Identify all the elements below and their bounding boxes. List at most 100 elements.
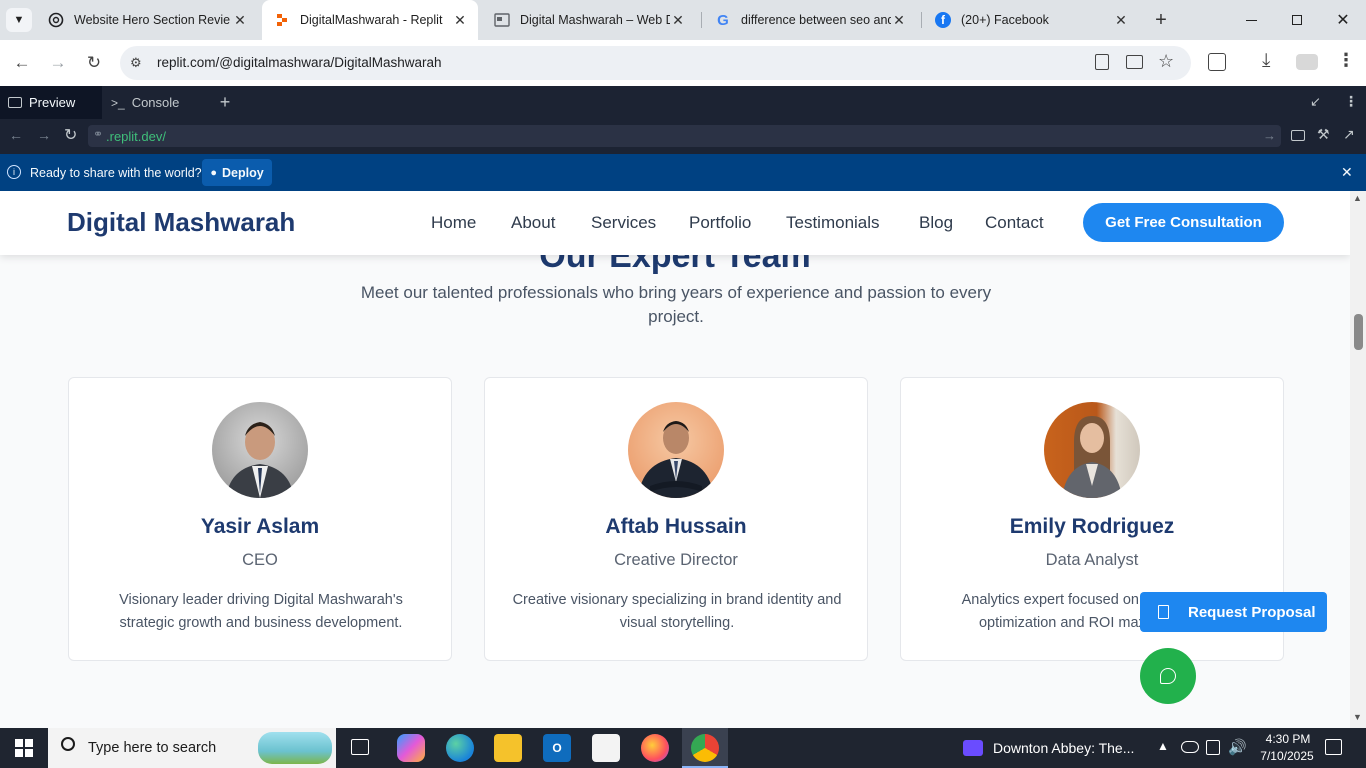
browser-tab-4[interactable]: G difference between seo and ✕ xyxy=(703,0,917,40)
tab-console[interactable]: >_ Console xyxy=(102,86,208,119)
network-icon[interactable] xyxy=(1206,740,1220,755)
reload-button[interactable]: ↻ xyxy=(79,48,109,78)
tab-search-dropdown[interactable]: ▼ xyxy=(6,8,32,32)
browser-tab-strip: ▼ Website Hero Section Revie ✕ DigitalMa… xyxy=(0,0,1366,40)
nav-contact[interactable]: Contact xyxy=(985,213,1044,233)
install-app-icon[interactable] xyxy=(1126,55,1143,69)
avatar xyxy=(1044,402,1140,498)
member-role: Creative Director xyxy=(614,551,738,569)
taskbar-search[interactable]: Type here to search xyxy=(48,728,336,768)
nav-about[interactable]: About xyxy=(511,213,555,233)
tab-title: Digital Mashwarah – Web De xyxy=(520,13,670,27)
team-card-aftab: Aftab Hussain Creative Director Creative… xyxy=(484,377,868,661)
close-tab-icon[interactable]: ✕ xyxy=(891,12,907,29)
kebab-menu-icon[interactable]: ⋮ xyxy=(1344,93,1358,110)
nav-services[interactable]: Services xyxy=(591,213,656,233)
request-proposal-button[interactable]: Request Proposal xyxy=(1140,592,1327,632)
add-tab-button[interactable]: + xyxy=(212,86,238,119)
forward-button[interactable]: → xyxy=(43,48,73,78)
back-button[interactable]: ← xyxy=(7,48,37,78)
scrollbar-thumb[interactable] xyxy=(1354,314,1363,350)
address-bar[interactable]: ⚙ replit.com/@digitalmashwara/DigitalMas… xyxy=(120,46,1191,80)
wrench-icon[interactable]: ⚒ xyxy=(1317,126,1330,143)
nav-blog[interactable]: Blog xyxy=(919,213,953,233)
start-button[interactable] xyxy=(0,728,48,768)
browser-tab-1[interactable]: Website Hero Section Revie ✕ xyxy=(36,0,258,40)
member-name: Emily Rodriguez xyxy=(1009,515,1175,538)
preview-url: .replit.dev/ xyxy=(106,129,166,144)
get-free-consultation-button[interactable]: Get Free Consultation xyxy=(1083,203,1284,242)
browser-tab-3[interactable]: Digital Mashwarah – Web De ✕ xyxy=(482,0,696,40)
show-hidden-icons[interactable]: ▲ xyxy=(1157,739,1169,753)
windows-logo-icon xyxy=(15,739,33,757)
page-icon xyxy=(494,12,510,28)
preview-back-icon[interactable]: ← xyxy=(9,127,23,143)
site-settings-icon[interactable]: ⚙ xyxy=(130,55,142,71)
browser-tab-5[interactable]: f (20+) Facebook ✕ xyxy=(923,0,1139,40)
microsoft-store-icon[interactable] xyxy=(592,734,620,762)
copilot-icon[interactable] xyxy=(397,734,425,762)
notifications-icon[interactable] xyxy=(1325,739,1342,755)
scroll-up-arrow[interactable]: ▲ xyxy=(1353,193,1362,203)
close-tab-icon[interactable]: ✕ xyxy=(670,12,686,29)
deploy-banner: i Ready to share with the world? ● Deplo… xyxy=(0,154,1366,191)
bookmark-star-icon[interactable]: ☆ xyxy=(1158,51,1174,72)
scroll-down-arrow[interactable]: ▼ xyxy=(1353,712,1362,722)
media-title[interactable]: Downton Abbey: The... xyxy=(993,740,1134,756)
minimize-button[interactable] xyxy=(1228,0,1274,40)
deploy-icon: ● xyxy=(210,166,217,179)
request-proposal-label: Request Proposal xyxy=(1188,603,1316,621)
file-explorer-icon[interactable] xyxy=(494,734,522,762)
site-header: Digital Mashwarah Home About Services Po… xyxy=(0,191,1350,255)
outlook-icon[interactable]: O xyxy=(543,734,571,762)
preview-forward-icon[interactable]: → xyxy=(37,127,51,143)
info-icon: i xyxy=(7,165,21,179)
browser-tab-2[interactable]: DigitalMashwarah - Replit ✕ xyxy=(262,0,478,40)
open-new-window-icon[interactable]: ↗ xyxy=(1343,126,1355,143)
task-view-icon[interactable] xyxy=(351,739,369,755)
replit-icon xyxy=(274,12,290,28)
nav-testimonials[interactable]: Testimonials xyxy=(786,213,880,233)
site-logo[interactable]: Digital Mashwarah xyxy=(67,207,295,238)
edge-icon[interactable] xyxy=(446,734,474,762)
tab-title: Website Hero Section Revie xyxy=(74,13,231,27)
firefox-icon[interactable] xyxy=(641,734,669,762)
clock-time[interactable]: 4:30 PM xyxy=(1259,732,1317,746)
profile-avatar[interactable] xyxy=(1296,54,1318,70)
deploy-label: Deploy xyxy=(221,165,264,180)
terminal-icon: >_ xyxy=(111,95,125,110)
chrome-taskbar-button[interactable] xyxy=(682,728,728,768)
go-arrow-icon[interactable]: → xyxy=(1263,128,1276,143)
devtools-monitor-icon[interactable] xyxy=(1291,130,1305,141)
nav-portfolio[interactable]: Portfolio xyxy=(689,213,751,233)
page-scrollbar[interactable]: ▲ ▼ xyxy=(1350,191,1366,728)
deploy-button[interactable]: ● Deploy xyxy=(202,159,272,186)
website-preview: Digital Mashwarah Home About Services Po… xyxy=(0,191,1350,728)
nav-home[interactable]: Home xyxy=(431,213,476,233)
tab-preview[interactable]: Preview xyxy=(0,86,102,119)
restore-button[interactable] xyxy=(1274,0,1320,40)
onedrive-icon[interactable] xyxy=(1181,741,1199,753)
clipboard-icon[interactable] xyxy=(1095,54,1109,70)
member-name: Aftab Hussain xyxy=(605,515,747,538)
preview-reload-icon[interactable]: ↻ xyxy=(64,125,77,145)
download-icon[interactable]: ⤓ xyxy=(1262,50,1270,72)
media-app-icon xyxy=(963,740,983,756)
close-window-button[interactable]: ✕ xyxy=(1320,0,1366,40)
extensions-icon[interactable] xyxy=(1208,53,1226,71)
close-tab-icon[interactable]: ✕ xyxy=(452,12,468,29)
chat-button[interactable] xyxy=(1140,648,1196,704)
volume-icon[interactable]: 🔊 xyxy=(1228,738,1247,756)
clock-date[interactable]: 7/10/2025 xyxy=(1253,749,1321,763)
close-tab-icon[interactable]: ✕ xyxy=(232,12,248,29)
close-tab-icon[interactable]: ✕ xyxy=(1113,12,1129,29)
collapse-icon[interactable]: ↙ xyxy=(1310,94,1321,110)
more-menu-icon[interactable]: ⋮ xyxy=(1337,50,1355,71)
close-banner-icon[interactable]: ✕ xyxy=(1341,164,1353,181)
facebook-icon: f xyxy=(935,12,951,28)
new-tab-button[interactable]: + xyxy=(1148,8,1174,32)
member-role: CEO xyxy=(242,551,278,569)
tab-title: difference between seo and xyxy=(741,13,891,27)
document-icon xyxy=(1158,605,1169,619)
preview-url-field[interactable]: ⚭ .replit.dev/ → xyxy=(88,125,1281,147)
